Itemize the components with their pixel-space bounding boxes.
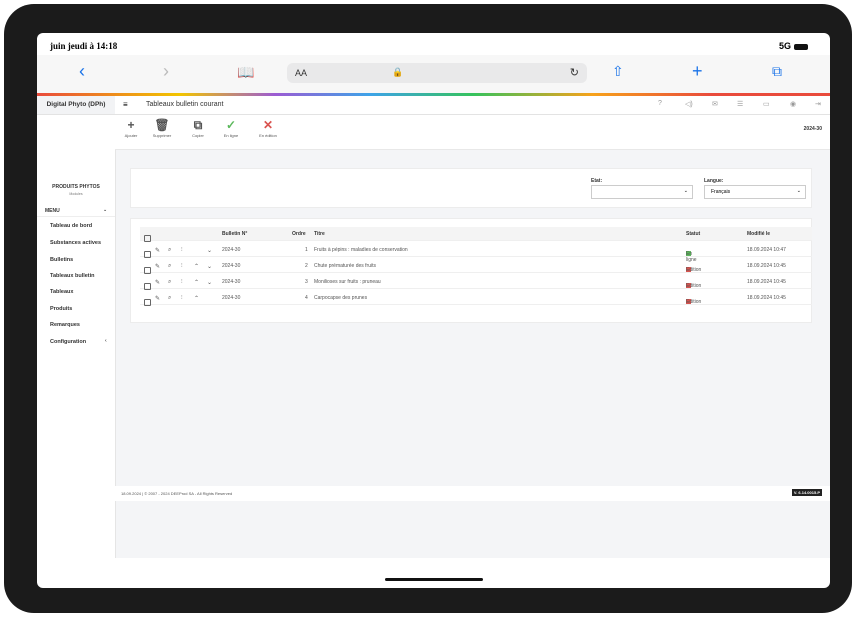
move-up-icon[interactable]: ⌃ <box>194 295 199 302</box>
lock-icon: 🔒 <box>392 67 404 77</box>
move-up-icon[interactable]: ⌃ <box>194 279 199 286</box>
trash-icon: 🗑 <box>154 118 170 132</box>
search-icon[interactable]: ⌕ <box>168 295 171 302</box>
delete-button[interactable]: 🗑 Supprimer <box>149 117 175 145</box>
sound-icon[interactable]: ◁) <box>685 100 693 108</box>
langue-label: Langue: <box>704 178 724 184</box>
window-icon[interactable]: ▭ <box>763 100 770 108</box>
sidebar-item-produits[interactable]: Produits <box>50 306 72 312</box>
sidebar: Digital Phyto (DPh) PRODUITS PHYTOS Modu… <box>37 96 116 558</box>
search-icon[interactable]: ⌕ <box>168 263 171 270</box>
bulletin-table: Bulletin N° Ordre Titre Statut Modifié l… <box>130 218 812 323</box>
sidebar-item-configuration[interactable]: Configuration <box>50 339 86 345</box>
table-row[interactable]: ✎ ⌕ ⫶ ⌃ 2024-30 4 Carpocapse des prunes … <box>140 291 812 306</box>
copy-icon: ⧉ <box>193 118 203 132</box>
check-icon: ✓ <box>225 118 237 132</box>
sidebar-item-bulletins[interactable]: Bulletins <box>50 257 73 263</box>
version-badge: V. 6.14.0015.P <box>791 489 822 496</box>
network-status: 5G <box>779 41 808 51</box>
etat-select[interactable]: ⌄ <box>591 185 693 199</box>
help-icon[interactable]: ? <box>658 100 662 107</box>
menu-toggle-icon[interactable]: ≡ <box>123 100 128 109</box>
home-indicator[interactable] <box>385 578 483 581</box>
edit-icon[interactable]: ✎ <box>155 279 160 286</box>
chart-icon[interactable]: ⫶ <box>181 279 183 286</box>
chevron-left-icon[interactable]: ‹ <box>105 338 107 344</box>
close-icon: ✕ <box>262 118 274 132</box>
copyright: 18.09.2024 | © 2007 - 2024 DEEProd SA - … <box>121 491 233 496</box>
safari-toolbar: ‹ › 📖 AA 🔒 ↻ ⇧ + ⧉ <box>37 55 830 93</box>
sidebar-item-tableaux[interactable]: Tableaux <box>50 289 73 295</box>
move-down-icon[interactable]: ⌄ <box>207 279 212 286</box>
address-bar[interactable]: AA 🔒 ↻ <box>287 63 587 83</box>
sidebar-item-remarques[interactable]: Remarques <box>50 322 80 328</box>
move-up-icon[interactable]: ⌃ <box>194 263 199 270</box>
menu-label: MENU <box>45 208 60 214</box>
brand[interactable]: Digital Phyto (DPh) <box>37 96 115 115</box>
logout-icon[interactable]: ⇥ <box>815 100 821 108</box>
action-toolbar: + Ajouter 🗑 Supprimer ⧉ Copier ✓ En ligne ✕ E… <box>115 115 830 150</box>
bulletin-badge: 2024-30 <box>803 126 822 132</box>
sidebar-item-tableaux-bulletin[interactable]: Tableaux bulletin <box>50 273 95 279</box>
online-button[interactable]: ✓ En ligne <box>218 117 244 145</box>
list-icon[interactable]: ☰ <box>737 100 743 108</box>
chevron-down-icon: ⌄ <box>796 188 801 194</box>
screen: juin jeudi à 14:18 5G ‹ › 📖 AA 🔒 ↻ ⇧ + ⧉… <box>37 33 830 588</box>
tabs-icon[interactable]: ⧉ <box>772 63 782 80</box>
reload-icon[interactable]: ↻ <box>570 66 579 79</box>
edit-icon[interactable]: ✎ <box>155 263 160 270</box>
battery-icon <box>794 43 808 50</box>
etat-label: Etat: <box>591 178 603 184</box>
chart-icon[interactable]: ⫶ <box>181 247 183 254</box>
page-title: Tableaux bulletin courant <box>146 101 224 108</box>
chevron-down-icon: ⌄ <box>683 188 688 194</box>
langue-select[interactable]: Français ⌄ <box>704 185 806 199</box>
sidebar-item-substances[interactable]: Substances actives <box>50 240 101 246</box>
share-icon[interactable]: ⇧ <box>612 63 624 80</box>
chevron-down-icon[interactable]: ⌄ <box>103 207 107 213</box>
status-time: juin jeudi à 14:18 <box>50 41 118 51</box>
row-checkbox[interactable] <box>144 283 151 290</box>
forward-icon[interactable]: › <box>163 61 169 82</box>
filter-panel: Etat: ⌄ Langue: Français ⌄ <box>130 168 812 208</box>
chart-icon[interactable]: ⫶ <box>181 263 183 270</box>
row-checkbox[interactable] <box>144 299 151 306</box>
table-row[interactable]: ✎ ⌕ ⫶ ⌃ ⌄ 2024-30 2 Chute prématurée des… <box>140 259 812 274</box>
copy-button[interactable]: ⧉ Copier <box>185 117 211 145</box>
select-all-checkbox[interactable] <box>144 235 151 242</box>
table-header: Bulletin N° Ordre Titre Statut Modifié l… <box>140 227 812 242</box>
edit-icon[interactable]: ✎ <box>155 247 160 254</box>
section-sub[interactable]: Modules <box>37 192 115 196</box>
search-icon[interactable]: ⌕ <box>168 279 171 286</box>
status-bar: juin jeudi à 14:18 5G <box>37 33 830 55</box>
back-icon[interactable]: ‹ <box>79 61 85 82</box>
section-title: PRODUITS PHYTOS <box>52 184 100 190</box>
search-icon[interactable]: ⌕ <box>168 247 171 254</box>
edition-button[interactable]: ✕ En édition <box>255 117 281 145</box>
tablet-frame: juin jeudi à 14:18 5G ‹ › 📖 AA 🔒 ↻ ⇧ + ⧉… <box>4 4 852 613</box>
add-button[interactable]: + Ajouter <box>118 117 144 145</box>
table-row[interactable]: ✎ ⌕ ⫶ ⌄ 2024-30 1 Fruits à pépins : mala… <box>140 243 812 263</box>
user-icon[interactable]: ◉ <box>790 100 796 108</box>
sidebar-item-tableau-de-bord[interactable]: Tableau de bord <box>50 223 92 229</box>
bookmarks-icon[interactable]: 📖 <box>237 64 254 81</box>
topbar: ≡ Tableaux bulletin courant ? ◁) ✉ ☰ ▭ ◉… <box>115 96 830 115</box>
move-down-icon[interactable]: ⌄ <box>207 247 212 254</box>
move-down-icon[interactable]: ⌄ <box>207 263 212 270</box>
app: Digital Phyto (DPh) PRODUITS PHYTOS Modu… <box>37 96 830 558</box>
new-tab-icon[interactable]: + <box>692 61 703 82</box>
plus-icon: + <box>127 118 135 132</box>
edit-icon[interactable]: ✎ <box>155 295 160 302</box>
mail-icon[interactable]: ✉ <box>712 100 718 108</box>
chart-icon[interactable]: ⫶ <box>181 295 183 302</box>
table-row[interactable]: ✎ ⌕ ⫶ ⌃ ⌄ 2024-30 3 Monilioses sur fruit… <box>140 275 812 290</box>
footer: 18.09.2024 | © 2007 - 2024 DEEProd SA - … <box>115 486 830 501</box>
row-checkbox[interactable] <box>144 251 151 258</box>
row-checkbox[interactable] <box>144 267 151 274</box>
text-size-button[interactable]: AA <box>295 68 307 78</box>
